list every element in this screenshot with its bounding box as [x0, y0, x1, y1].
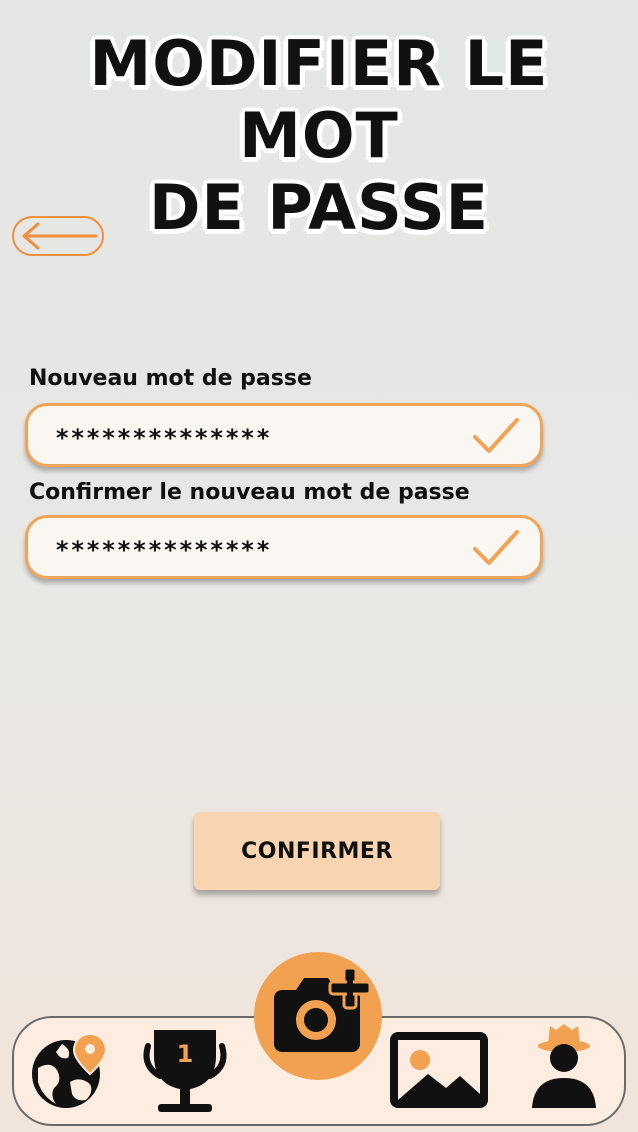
nav-item-profile[interactable]: [524, 1022, 604, 1114]
arrow-left-icon: [22, 222, 98, 250]
nav-item-gallery[interactable]: [388, 1030, 490, 1110]
take-photo-button[interactable]: [254, 952, 382, 1080]
world-map-pin-icon: [32, 1032, 108, 1108]
page-title: MODIFIER LE MOT DE PASSE: [0, 28, 638, 244]
nav-item-leaderboard[interactable]: 1: [140, 1026, 230, 1118]
nav-item-map[interactable]: [28, 1030, 108, 1114]
confirm-password-value: **************: [55, 536, 272, 564]
page-title-line-1: MODIFIER LE MOT: [89, 27, 549, 172]
camera-add-icon: [274, 966, 372, 1052]
trophy-rank-badge: 1: [176, 1040, 194, 1068]
new-password-value: **************: [55, 424, 272, 452]
new-password-label: Nouveau mot de passe: [29, 366, 312, 391]
new-password-field[interactable]: **************: [25, 403, 543, 467]
cowboy-profile-icon: [532, 1024, 596, 1108]
image-gallery-icon: [390, 1032, 488, 1108]
checkmark-icon: [473, 418, 519, 453]
checkmark-icon: [473, 530, 519, 565]
confirm-password-field[interactable]: **************: [25, 515, 543, 579]
confirm-password-label: Confirmer le nouveau mot de passe: [29, 480, 470, 505]
confirm-button[interactable]: CONFIRMER: [194, 812, 440, 890]
back-button[interactable]: [12, 216, 104, 256]
